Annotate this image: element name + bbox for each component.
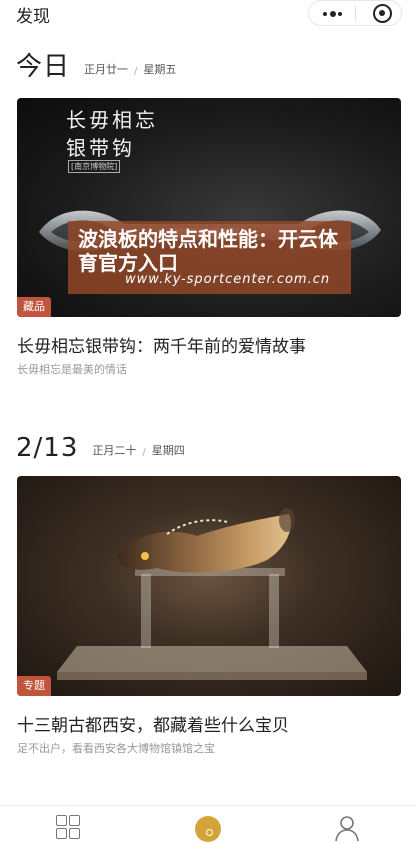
capsule-divider (355, 6, 356, 21)
artwork-title: 长毋相忘 银带钩 (66, 108, 158, 160)
weekday: 星期五 (143, 63, 177, 76)
card-subtitle: 足不出户，看看西安各大博物馆镇馆之宝 (17, 742, 215, 755)
artwork-museum-label: [南京博物院] (68, 160, 121, 173)
date-header-today: 今日 正月廿一 / 星期五 (16, 52, 176, 82)
user-icon[interactable] (334, 814, 360, 842)
date-separator: / (142, 447, 146, 458)
card-title[interactable]: 长毋相忘银带钩：两千年前的爱情故事 (17, 332, 306, 357)
close-icon[interactable] (373, 4, 392, 23)
date-label: 2/13 (16, 433, 79, 463)
card-image-rhyton[interactable]: 专题 (17, 476, 401, 696)
grid-icon[interactable] (56, 815, 82, 841)
more-icon[interactable] (321, 11, 345, 17)
lunar-date: 正月二十 (92, 444, 137, 457)
agate-rhyton-image (57, 508, 367, 680)
card-title[interactable]: 十三朝古都西安，都藏着些什么宝贝 (17, 711, 289, 736)
date-header-feb-13: 2/13 正月二十 / 星期四 (16, 433, 185, 463)
overlay-text: 波浪板的特点和性能：开云体育官方入口 (78, 227, 338, 275)
date-label: 今日 (16, 52, 71, 82)
card-subtitle: 长毋相忘是最美的情话 (17, 363, 127, 376)
top-bar: 发现 (0, 0, 417, 30)
bottom-nav (0, 805, 417, 843)
overlay-url: www.ky-sportcenter.com.cn (125, 272, 331, 287)
home-icon[interactable] (195, 816, 221, 842)
overlay-banner: 波浪板的特点和性能：开云体育官方入口 www.ky-sportcenter.co… (68, 221, 351, 294)
lunar-date: 正月廿一 (84, 63, 129, 76)
mini-program-capsule (308, 0, 402, 26)
category-badge: 专题 (17, 676, 51, 696)
date-separator: / (134, 66, 138, 77)
page-title: 发现 (16, 7, 50, 27)
weekday: 星期四 (151, 444, 185, 457)
category-badge: 藏品 (17, 297, 51, 317)
